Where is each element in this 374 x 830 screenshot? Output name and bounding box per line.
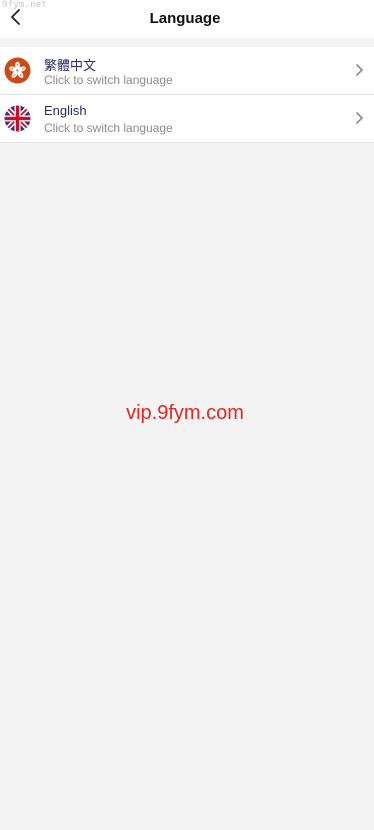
uk-flag-icon: [4, 105, 31, 132]
language-item-traditional-chinese[interactable]: 繁體中文 Click to switch language: [0, 47, 374, 95]
hong-kong-flag-icon: [4, 57, 31, 84]
center-watermark: vip.9fym.com: [126, 402, 244, 424]
chevron-right-icon: [356, 112, 363, 124]
language-settings-screen: 9fym.net Language 繁體中文 Click to switch l…: [0, 0, 374, 830]
section-spacer: [0, 38, 374, 47]
language-hint: Click to switch language: [44, 73, 173, 87]
language-name: 繁體中文: [44, 58, 97, 73]
language-list: 繁體中文 Click to switch language English Cl…: [0, 47, 374, 143]
top-navigation-bar: 9fym.net Language: [0, 0, 374, 38]
page-title: Language: [149, 10, 221, 27]
language-hint: Click to switch language: [44, 121, 173, 135]
language-name: English: [44, 103, 87, 118]
chevron-right-icon: [356, 64, 363, 76]
language-item-english[interactable]: English Click to switch language: [0, 95, 374, 143]
